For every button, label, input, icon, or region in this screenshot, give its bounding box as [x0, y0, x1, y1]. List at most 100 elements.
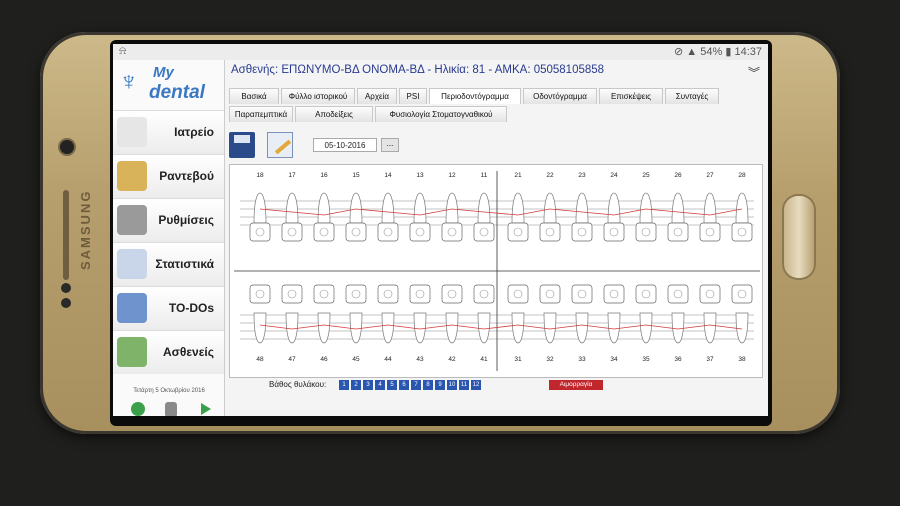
lower-tooth-crown — [313, 284, 335, 304]
front-camera-icon — [60, 140, 74, 154]
bottom-icons — [113, 400, 225, 416]
sidebar-item-3[interactable]: Στατιστικά — [113, 242, 224, 286]
edit-icon[interactable] — [267, 132, 293, 158]
sidebar: ♆ My dental Ιατρείο Ραντεβού Ρυθμίσεις Στατ… — [113, 60, 225, 416]
upper-tooth-crown — [699, 222, 721, 242]
upper-tooth-crown — [313, 222, 335, 242]
lower-tooth-number: 43 — [416, 356, 424, 363]
lower-tooth-root — [735, 312, 749, 344]
lower-tooth-crown — [699, 284, 721, 304]
lower-tooth-crown — [281, 284, 303, 304]
upper-tooth-crown — [377, 222, 399, 242]
depth-button[interactable]: 9 — [435, 380, 445, 390]
date-field[interactable]: 05-10-2016 — [313, 138, 377, 152]
lower-tooth-root — [543, 312, 557, 344]
lock-icon[interactable] — [165, 402, 177, 416]
upper-tooth-crown — [667, 222, 689, 242]
upper-tooth-number: 22 — [546, 172, 554, 179]
upper-tooth-number: 21 — [514, 172, 522, 179]
upper-tooth-crown — [345, 222, 367, 242]
tab-3[interactable]: PSI — [399, 88, 427, 104]
lower-tooth-crown — [635, 284, 657, 304]
home-button[interactable] — [784, 196, 814, 278]
upper-tooth-crown — [441, 222, 463, 242]
chart-icon — [117, 249, 147, 279]
lower-tooth-root — [671, 312, 685, 344]
upper-tooth-number: 16 — [320, 172, 328, 179]
tab-5[interactable]: Οδοντόγραμμα — [523, 88, 597, 104]
lower-tooth-crown — [731, 284, 753, 304]
depth-button[interactable]: 8 — [423, 380, 433, 390]
sidebar-item-1[interactable]: Ραντεβού — [113, 154, 224, 198]
sidebar-item-label: TO-DOs — [168, 301, 214, 315]
upper-tooth-number: 27 — [706, 172, 714, 179]
tab-2[interactable]: Αρχεία — [357, 88, 397, 104]
logo-my: My — [153, 64, 174, 81]
check-icon[interactable] — [131, 402, 145, 416]
save-icon[interactable] — [229, 132, 255, 158]
tab-1[interactable]: Φύλλο ιστορικού — [281, 88, 355, 104]
date-picker-button[interactable]: ... — [381, 138, 399, 152]
lower-tooth-root — [253, 312, 267, 344]
lower-tooth-root — [639, 312, 653, 344]
upper-tooth-root — [413, 192, 427, 224]
tab-4[interactable]: Περιοδοντόγραμμα — [429, 88, 521, 104]
upper-tooth-root — [543, 192, 557, 224]
tab-7[interactable]: Συνταγές — [665, 88, 719, 104]
tab-row2-2[interactable]: Φυσιολογία Στοματογναθικού — [375, 106, 507, 122]
tab-6[interactable]: Επισκέψεις — [599, 88, 663, 104]
depth-button[interactable]: 5 — [387, 380, 397, 390]
collapse-chevron-icon[interactable]: ︾ — [748, 64, 760, 81]
tab-row2-1[interactable]: Αποδείξεις — [295, 106, 373, 122]
upper-tooth-root — [735, 192, 749, 224]
upper-tooth-root — [317, 192, 331, 224]
upper-gingival-margin — [259, 208, 743, 216]
depth-button[interactable]: 3 — [363, 380, 373, 390]
patient-header: Ασθενής: ΕΠΩΝΥΜΟ-ΒΔ ΟΝΟΜΑ-ΒΔ - Ηλικία: 8… — [231, 64, 605, 76]
depth-button[interactable]: 7 — [411, 380, 421, 390]
upper-tooth-number: 15 — [352, 172, 360, 179]
upper-tooth-root — [703, 192, 717, 224]
depth-button[interactable]: 4 — [375, 380, 385, 390]
sidebar-item-5[interactable]: Ασθενείς — [113, 330, 224, 374]
lower-tooth-number: 48 — [256, 356, 264, 363]
sidebar-item-4[interactable]: TO-DOs — [113, 286, 224, 330]
lower-tooth-number: 41 — [480, 356, 488, 363]
lower-tooth-number: 36 — [674, 356, 682, 363]
upper-tooth-root — [607, 192, 621, 224]
sidebar-item-label: Ρυθμίσεις — [158, 213, 214, 227]
depth-button[interactable]: 12 — [471, 380, 481, 390]
depth-button[interactable]: 1 — [339, 380, 349, 390]
depth-button[interactable]: 6 — [399, 380, 409, 390]
lower-tooth-number: 37 — [706, 356, 714, 363]
tab-0[interactable]: Βασικά — [229, 88, 279, 104]
bleeding-button[interactable]: Αιμορραγία — [549, 380, 603, 390]
lower-tooth-number: 33 — [578, 356, 586, 363]
lower-tooth-root — [511, 312, 525, 344]
lower-tooth-number: 45 — [352, 356, 360, 363]
speaker-grille — [63, 190, 69, 280]
tab-row2-0[interactable]: Παραπεμπτικά — [229, 106, 293, 122]
depth-button[interactable]: 2 — [351, 380, 361, 390]
periodontal-chart-svg[interactable]: 18 17 16 15 14 13 12 11 21 22 23 24 25 26 27 28 48 47 46 45… — [230, 165, 764, 379]
main-panel: Ασθενής: ΕΠΩΝΥΜΟ-ΒΔ ΟΝΟΜΑ-ΒΔ - Ηλικία: 8… — [225, 60, 768, 416]
lower-tooth-crown — [441, 284, 463, 304]
sidebar-item-0[interactable]: Ιατρείο — [113, 110, 224, 154]
depth-button[interactable]: 11 — [459, 380, 469, 390]
lower-tooth-crown — [249, 284, 271, 304]
upper-tooth-number: 24 — [610, 172, 618, 179]
upper-tooth-root — [445, 192, 459, 224]
upper-tooth-root — [477, 192, 491, 224]
lower-tooth-crown — [539, 284, 561, 304]
upper-tooth-number: 13 — [416, 172, 424, 179]
sidebar-item-2[interactable]: Ρυθμίσεις — [113, 198, 224, 242]
upper-tooth-crown — [409, 222, 431, 242]
lower-tooth-root — [575, 312, 589, 344]
clock: 14:37 — [734, 46, 762, 58]
depth-button[interactable]: 10 — [447, 380, 457, 390]
current-date: Τετάρτη 5 Οκτωβρίου 2016 — [133, 388, 205, 394]
pocket-depth-label: Βάθος θυλάκου: — [269, 380, 327, 389]
upper-tooth-crown — [473, 222, 495, 242]
play-icon[interactable] — [201, 403, 211, 415]
upper-tooth-root — [671, 192, 685, 224]
